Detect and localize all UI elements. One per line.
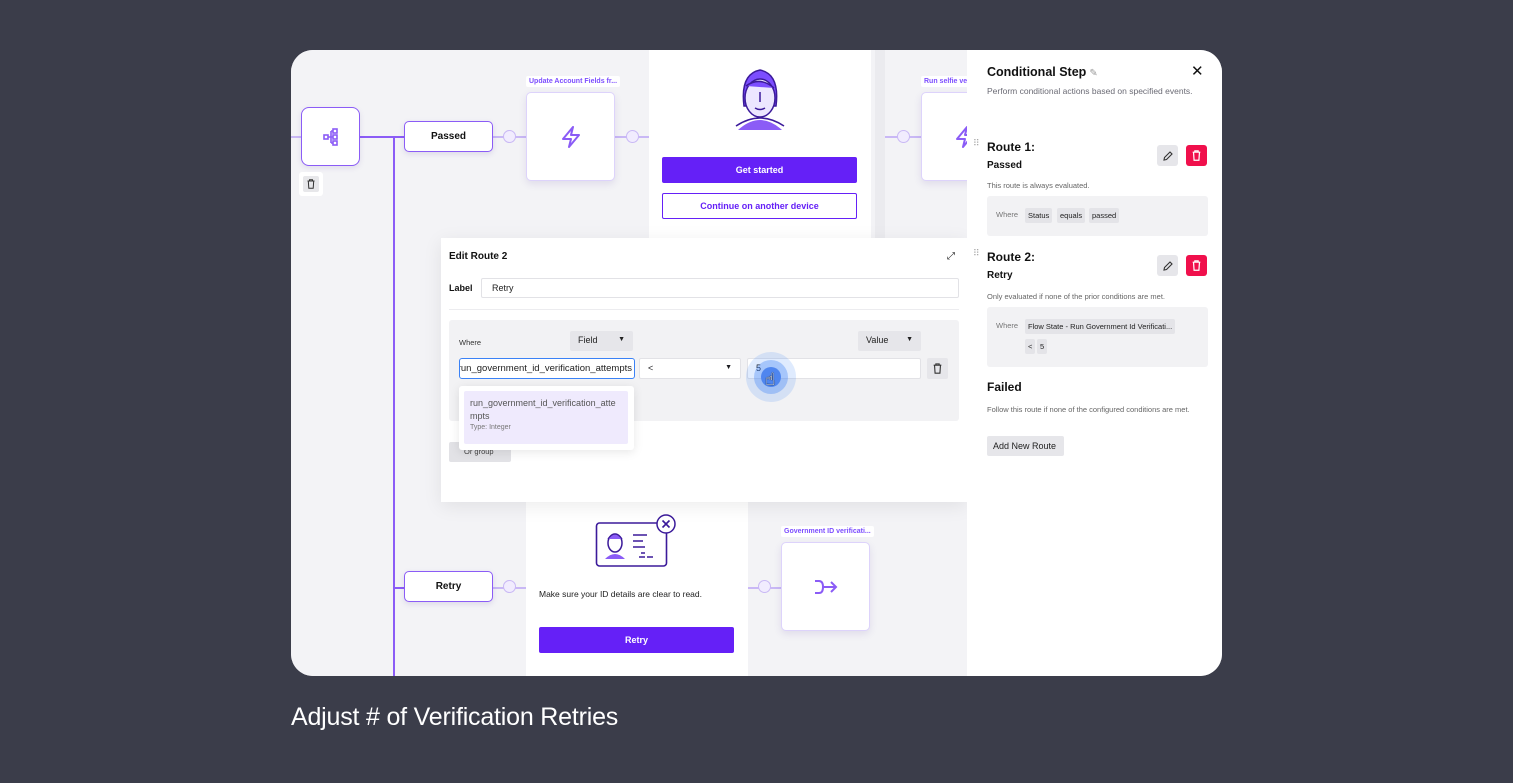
field-type-dropdown-label: Field: [578, 335, 598, 345]
modal-title: Edit Route 2: [449, 251, 508, 262]
id-card-error-icon: [595, 514, 676, 567]
merge-arrow-icon: [814, 579, 837, 594]
caret-down-icon: ▼: [618, 336, 625, 343]
operator-value: <: [648, 363, 654, 373]
update-account-step[interactable]: [526, 92, 615, 181]
retry-screen-card: Make sure your ID details are clear to r…: [526, 500, 748, 676]
label-field-label: Label: [449, 283, 473, 293]
government-id-step[interactable]: [781, 542, 870, 631]
delete-route-button[interactable]: [1186, 145, 1207, 166]
connector-dot: [626, 130, 639, 143]
pencil-icon: [1162, 150, 1173, 161]
conditional-step-panel: Conditional Step ✎ ✕ Perform conditional …: [967, 50, 1222, 676]
panel-title-text: Conditional Step: [987, 65, 1087, 79]
trash-icon: [303, 176, 319, 192]
close-icon[interactable]: ✕: [1191, 62, 1204, 80]
lightning-icon: [956, 125, 967, 148]
app-frame: Passed Retry Update Account Fields fr...…: [291, 50, 1222, 676]
retry-message: Make sure your ID details are clear to r…: [539, 589, 702, 599]
route-name: Passed: [987, 160, 1023, 171]
retry-button[interactable]: Retry: [539, 627, 734, 653]
route-note: Only evaluated if none of the prior cond…: [987, 292, 1166, 301]
step-label: Update Account Fields fr...: [526, 76, 621, 87]
connector-line: [291, 136, 301, 138]
route-node-retry[interactable]: Retry: [404, 571, 493, 602]
branch-icon: [322, 127, 338, 146]
route-condition-box: Where Flow State - Run Government Id Ver…: [987, 307, 1208, 367]
step-label: Government ID verificati...: [781, 526, 874, 537]
panel-title: Conditional Step ✎: [987, 65, 1098, 79]
connector-dot: [758, 580, 771, 593]
caption: Adjust # of Verification Retries: [291, 703, 619, 731]
delete-condition-button[interactable]: [927, 358, 948, 379]
condition-chip: <: [1025, 339, 1036, 354]
connector-line: [393, 136, 395, 676]
route-node-label: Passed: [430, 131, 467, 142]
condition-chip: equals: [1057, 208, 1086, 223]
add-new-route-button[interactable]: Add New Route: [987, 436, 1064, 456]
connector-dot: [503, 580, 516, 593]
delete-route-button[interactable]: [1186, 255, 1207, 276]
caret-down-icon: ▼: [725, 364, 732, 371]
conditional-step-node[interactable]: [301, 107, 360, 166]
pencil-icon[interactable]: ✎: [1089, 68, 1097, 79]
route-note: This route is always evaluated.: [987, 181, 1090, 190]
route-condition-box: Where Status equals passed: [987, 196, 1208, 236]
label-input[interactable]: Retry: [481, 278, 959, 298]
pencil-icon: [1162, 260, 1173, 271]
trash-icon: [1192, 260, 1201, 271]
where-label: Where: [996, 321, 1019, 330]
lightning-icon: [561, 125, 580, 148]
condition-chip: Status: [1025, 208, 1053, 223]
run-selfie-step[interactable]: [921, 92, 967, 181]
divider: [449, 309, 959, 310]
connector-dot: [503, 130, 516, 143]
condition-chip: passed: [1089, 208, 1120, 223]
field-suggestion-dropdown: run_government_id_verification_attempts …: [459, 386, 634, 450]
failed-note: Follow this route if none of the configu…: [987, 405, 1190, 414]
field-input-value: run_government_id_verification_attempts: [459, 363, 632, 374]
value-type-dropdown-label: Value: [866, 335, 889, 345]
selfie-face-icon: [735, 69, 785, 130]
step-label: Run selfie ver: [921, 76, 967, 87]
route-heading: Route 2:: [987, 250, 1035, 264]
trash-icon: [1192, 150, 1201, 161]
screen-edge: [875, 50, 885, 240]
where-label: Where: [996, 210, 1019, 219]
hand-cursor-icon: ☝: [765, 370, 776, 389]
edit-route-modal: Edit Route 2 ⤢ Label Retry Where Field ▼…: [441, 238, 967, 502]
trash-icon: [933, 363, 942, 374]
value-type-dropdown[interactable]: Value ▼: [858, 331, 921, 351]
connector-dot: [897, 130, 910, 143]
drag-handle-icon[interactable]: ⠿: [973, 249, 981, 258]
field-type-dropdown[interactable]: Field ▼: [570, 331, 633, 351]
edit-route-button[interactable]: [1157, 255, 1178, 276]
operator-select[interactable]: < ▼: [639, 358, 741, 379]
continue-another-device-button[interactable]: Continue on another device: [662, 193, 857, 219]
route-name: Retry: [987, 270, 1013, 281]
condition-chip: Flow State - Run Government Id Verificat…: [1025, 319, 1176, 334]
suggestion-name: run_government_id_verification_attempts: [470, 398, 616, 421]
condition-chip: 5: [1037, 339, 1048, 354]
connector-line: [360, 136, 404, 138]
route-heading: Route 1:: [987, 140, 1035, 154]
where-label: Where: [459, 338, 482, 347]
failed-heading: Failed: [987, 380, 1022, 394]
panel-description: Perform conditional actions based on spe…: [987, 86, 1193, 96]
route-node-passed[interactable]: Passed: [404, 121, 493, 152]
field-input[interactable]: run_government_id_verification_attempts: [459, 358, 635, 379]
drag-handle-icon[interactable]: ⠿: [973, 139, 981, 148]
flow-canvas: Passed Retry Update Account Fields fr...…: [291, 50, 967, 676]
expand-icon[interactable]: ⤢: [947, 251, 955, 262]
edit-route-button[interactable]: [1157, 145, 1178, 166]
selfie-screen-card: Get started Continue on another device: [649, 50, 871, 240]
delete-node-button[interactable]: [299, 172, 323, 196]
suggestion-item[interactable]: run_government_id_verification_attempts …: [464, 391, 628, 444]
caret-down-icon: ▼: [906, 336, 913, 343]
suggestion-type: Type: Integer: [470, 424, 511, 431]
route-node-label: Retry: [435, 581, 462, 592]
get-started-button[interactable]: Get started: [662, 157, 857, 183]
